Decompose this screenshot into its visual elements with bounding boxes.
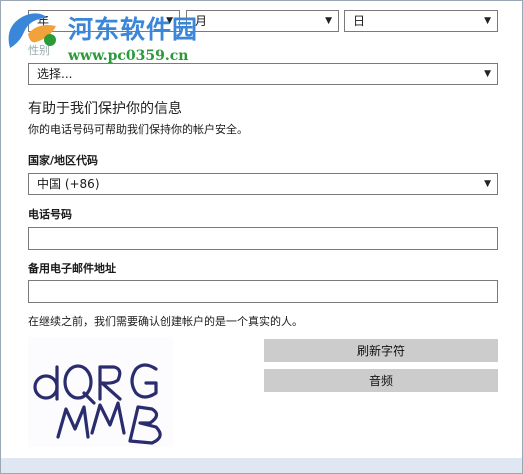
captcha-image <box>28 337 173 447</box>
country-code-value: 中国 (+86) <box>37 177 100 191</box>
watermark-logo <box>4 8 62 57</box>
site-logo-icon <box>8 13 56 48</box>
watermark-url: www.pc0359.cn <box>68 48 189 64</box>
alt-email-input[interactable] <box>28 280 498 303</box>
birth-month-select[interactable]: 月 ▼ <box>186 10 339 32</box>
gender-selected-value: 选择... <box>37 67 73 81</box>
phone-number-input[interactable] <box>28 227 498 250</box>
security-heading: 有助于我们保护你的信息 <box>28 101 182 117</box>
chevron-down-icon: ▼ <box>484 16 491 26</box>
bottom-edge-bar <box>1 458 522 473</box>
gender-select[interactable]: 选择... ▼ <box>28 63 498 85</box>
verify-prompt: 在继续之前，我们需要确认创建帐户的是一个真实的人。 <box>28 315 303 328</box>
watermark-site-name: 河东软件园 <box>68 15 199 44</box>
audio-captcha-button[interactable]: 音频 <box>264 369 498 392</box>
country-code-select[interactable]: 中国 (+86) ▼ <box>28 173 498 195</box>
chevron-down-icon: ▼ <box>484 69 491 79</box>
captcha-glyphs <box>33 363 162 445</box>
chevron-down-icon: ▼ <box>325 16 332 26</box>
security-description: 你的电话号码可帮助我们保持你的帐户安全。 <box>28 123 248 136</box>
refresh-characters-button[interactable]: 刷新字符 <box>264 339 498 362</box>
birth-day-label: 日 <box>353 14 366 28</box>
alt-email-label: 备用电子邮件地址 <box>28 262 116 275</box>
country-code-label: 国家/地区代码 <box>28 154 99 167</box>
phone-label: 电话号码 <box>28 208 72 221</box>
chevron-down-icon: ▼ <box>484 179 491 189</box>
birth-day-select[interactable]: 日 ▼ <box>344 10 498 32</box>
